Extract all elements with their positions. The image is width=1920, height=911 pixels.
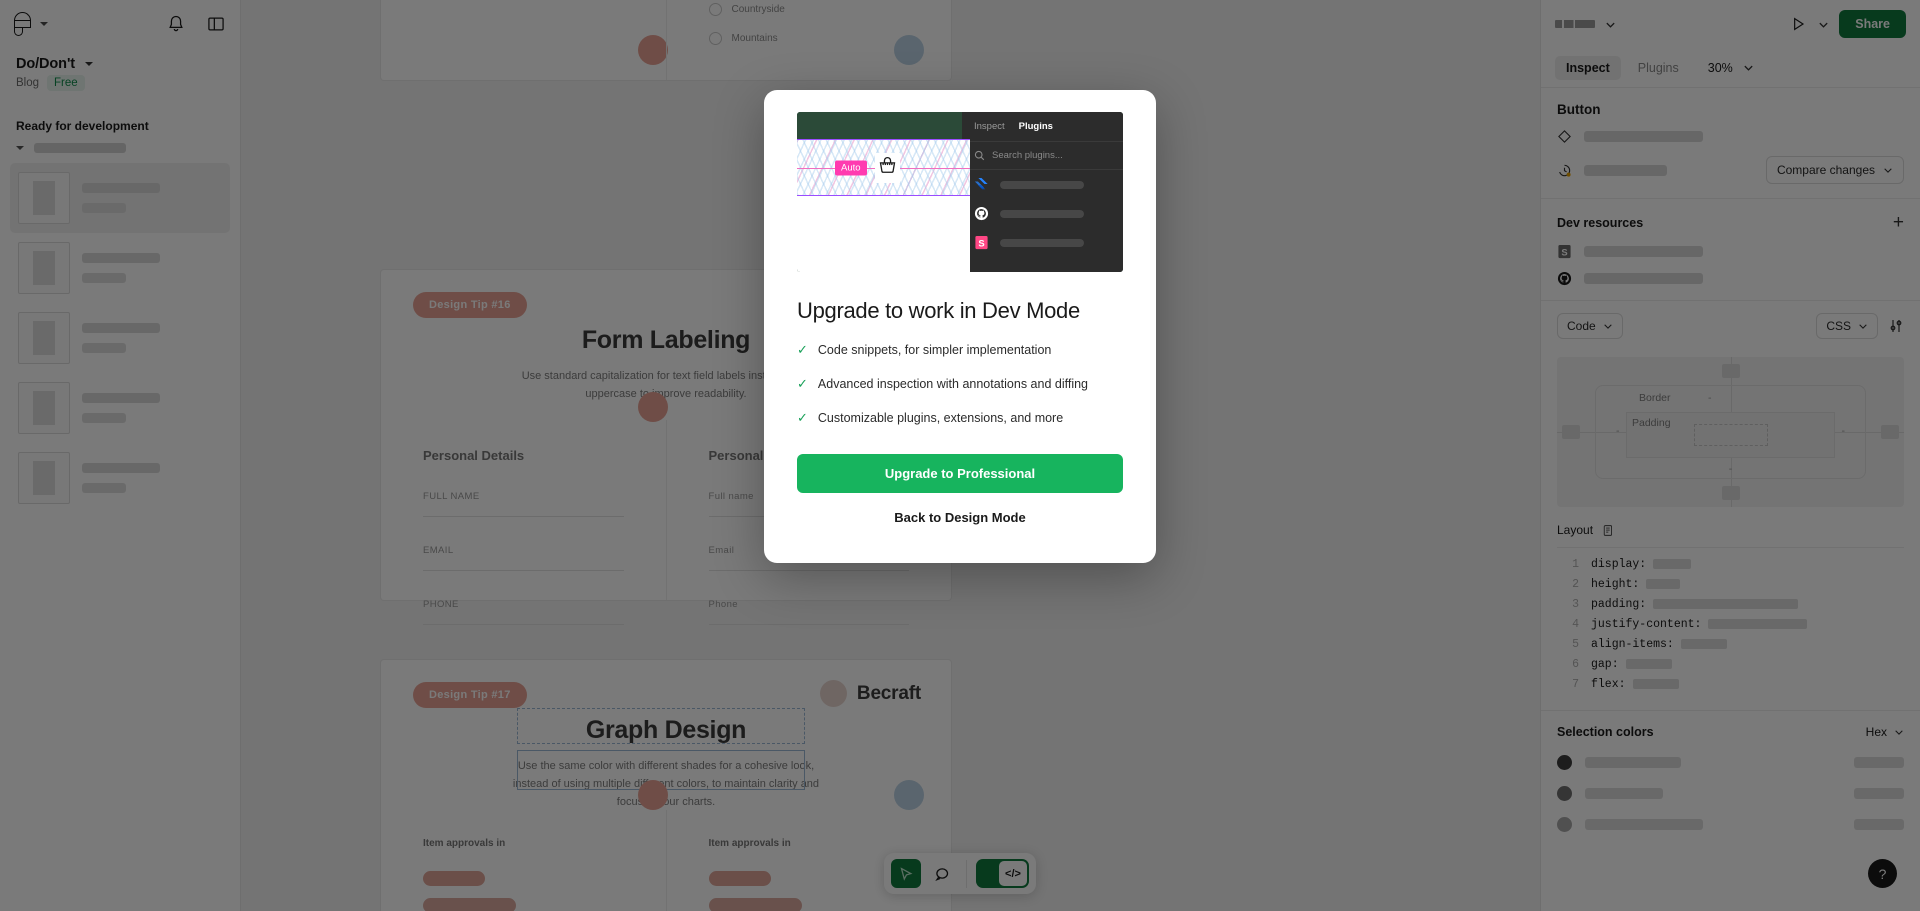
figma-dev-mode-window: Do/Don't Blog Free Ready for development [0, 0, 1920, 911]
feature-label: Customizable plugins, extensions, and mo… [817, 411, 1064, 425]
hero-plugin-item: S [962, 228, 1123, 257]
feature-label: Code snippets, for simpler implementatio… [817, 343, 1052, 357]
hero-plugin-item [962, 199, 1123, 228]
upgrade-modal: Auto Inspect Plugins Search plugins... S… [764, 90, 1156, 563]
feature-item: ✓ Advanced inspection with annotations a… [797, 376, 1123, 392]
hero-plugin-item [962, 170, 1123, 199]
modal-title: Upgrade to work in Dev Mode [797, 298, 1080, 323]
redacted-plugin-name [1000, 180, 1084, 189]
back-to-design-mode-button[interactable]: Back to Design Mode [797, 510, 1123, 525]
redacted-plugin-name [1000, 238, 1084, 247]
hero-tab-plugins: Plugins [1018, 121, 1053, 132]
check-icon: ✓ [797, 410, 808, 425]
basket-icon [875, 152, 900, 183]
feature-item: ✓ Customizable plugins, extensions, and … [797, 410, 1123, 426]
modal-hero-image: Auto Inspect Plugins Search plugins... S [797, 112, 1123, 272]
check-icon: ✓ [797, 342, 808, 357]
hero-search-placeholder: Search plugins... [992, 150, 1063, 161]
storybook-icon: S [975, 235, 988, 250]
github-icon [974, 206, 989, 221]
hero-search-field: Search plugins... [962, 142, 1123, 170]
redacted-plugin-name [1000, 209, 1084, 218]
hero-tab-inspect: Inspect [974, 121, 1005, 132]
search-icon [974, 150, 985, 161]
jira-icon [974, 177, 988, 190]
hero-tabs: Inspect Plugins [962, 112, 1123, 142]
feature-item: ✓ Code snippets, for simpler implementat… [797, 342, 1123, 358]
svg-text:S: S [978, 238, 984, 248]
check-icon: ✓ [797, 376, 808, 391]
auto-badge: Auto [835, 160, 867, 175]
feature-label: Advanced inspection with annotations and… [817, 377, 1089, 391]
upgrade-to-professional-button[interactable]: Upgrade to Professional [797, 454, 1123, 493]
auto-layout-annotation: Auto [797, 139, 970, 196]
hero-canvas-preview: Auto [797, 112, 970, 272]
hero-plugins-panel: Inspect Plugins Search plugins... S [962, 112, 1123, 272]
